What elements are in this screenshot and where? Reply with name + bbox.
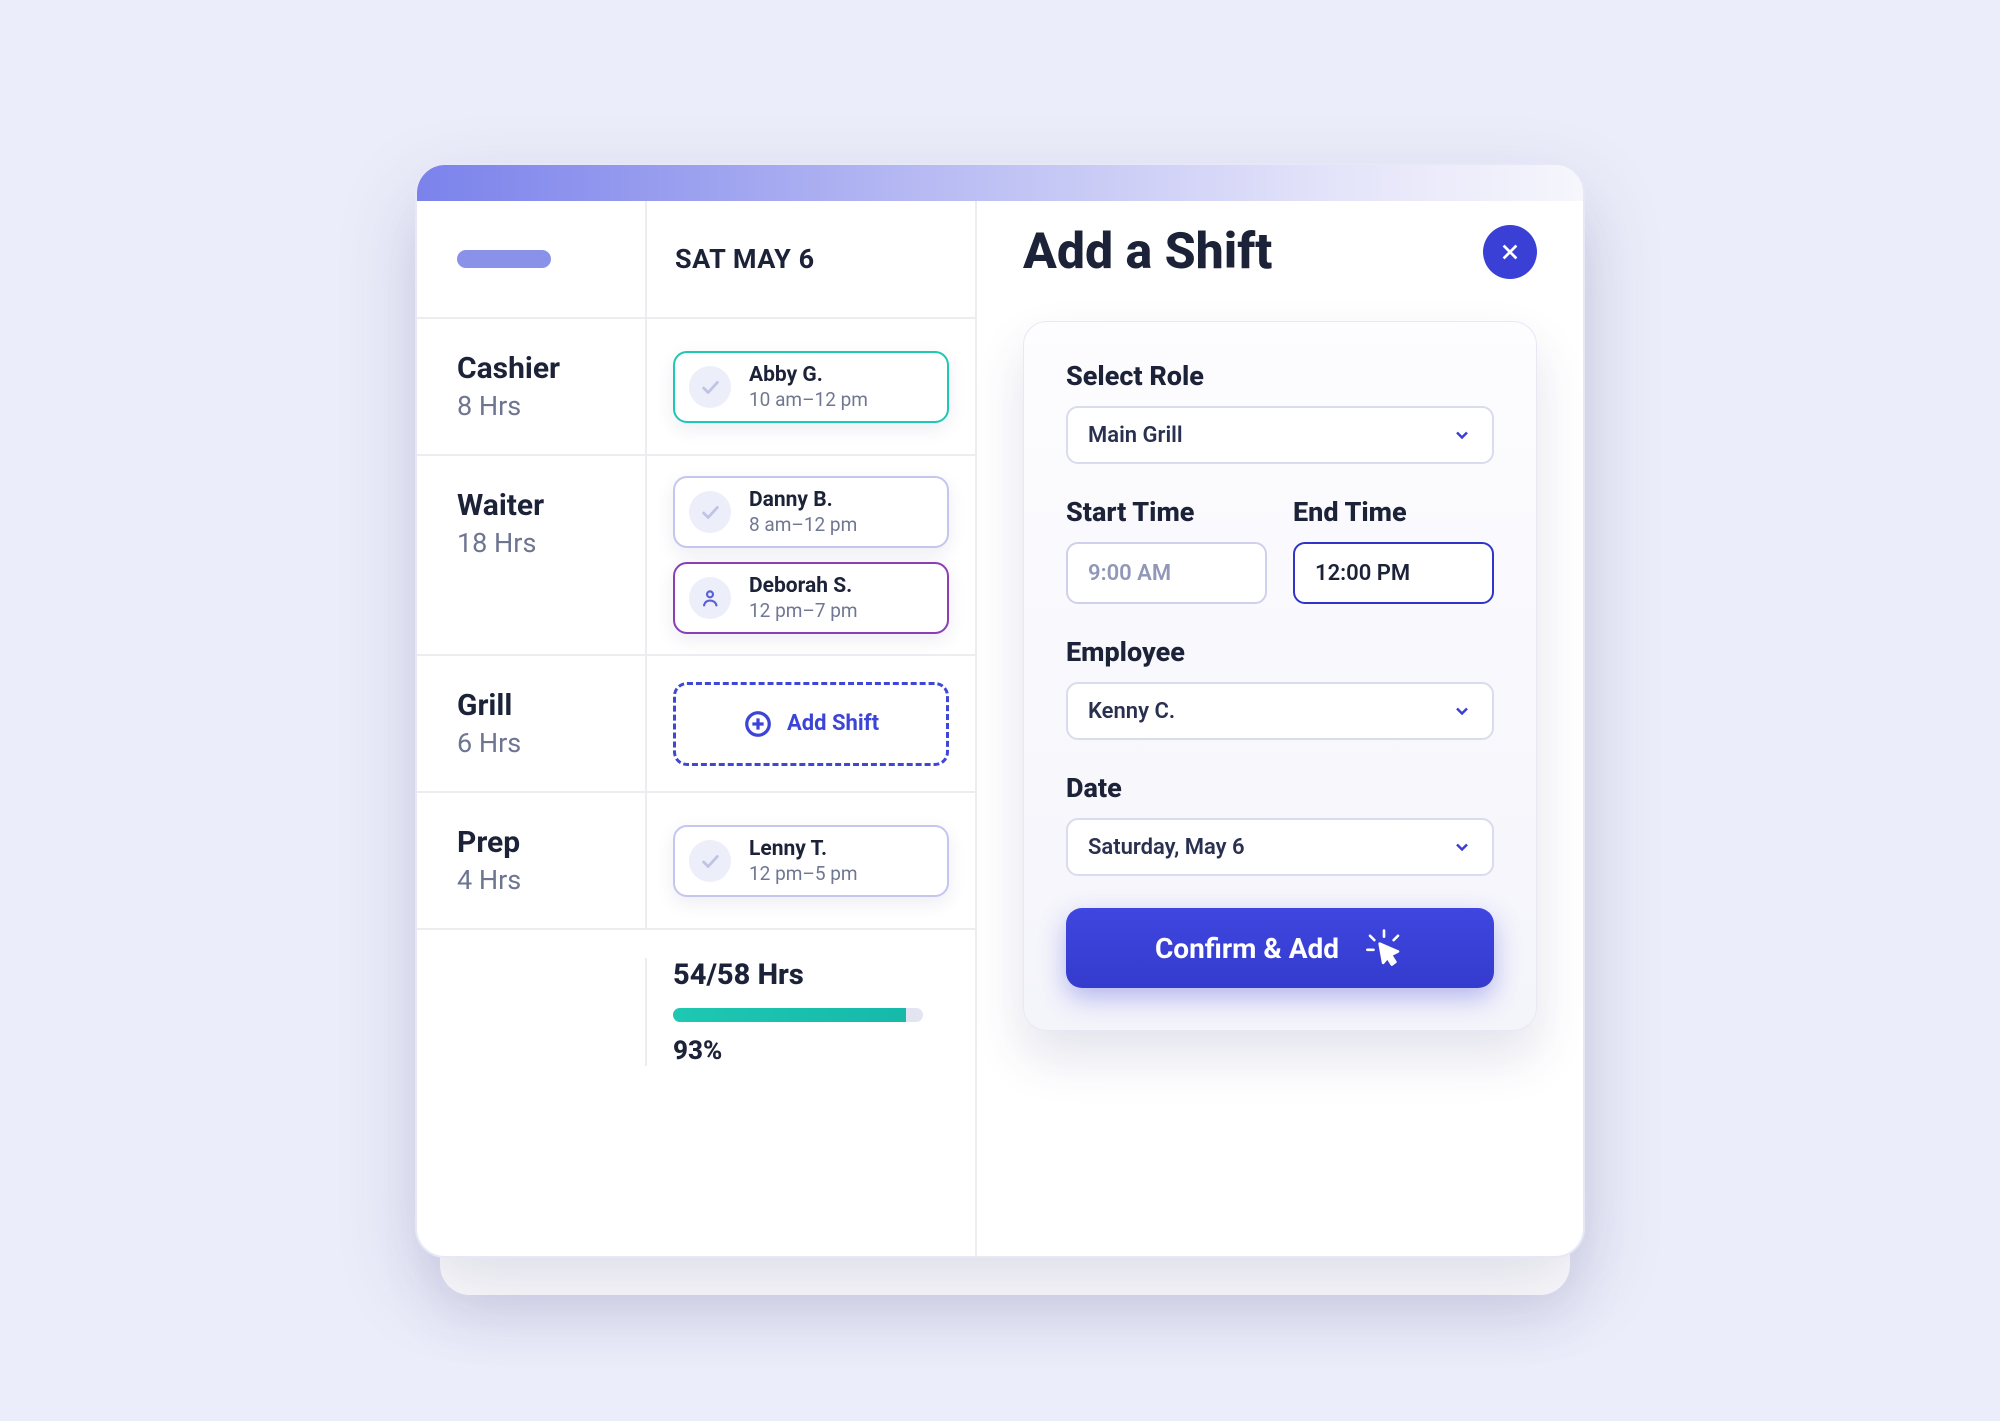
select-employee-value: Kenny C. bbox=[1088, 699, 1175, 724]
shift-cell: Abby G. 10 am–12 pm bbox=[647, 319, 975, 454]
role-hours: 6 Hrs bbox=[457, 727, 645, 759]
check-icon bbox=[689, 491, 731, 533]
shift-time: 8 am–12 pm bbox=[749, 513, 857, 536]
group-role: Select Role Main Grill bbox=[1066, 360, 1494, 464]
label-role: Select Role bbox=[1066, 360, 1494, 392]
header-placeholder-cell bbox=[417, 201, 647, 317]
summary-hours: 54/58 Hrs bbox=[673, 958, 975, 992]
group-employee: Employee Kenny C. bbox=[1066, 636, 1494, 740]
person-icon bbox=[689, 577, 731, 619]
role-name: Cashier bbox=[457, 351, 645, 386]
role-cell: Cashier 8 Hrs bbox=[417, 319, 647, 454]
role-cell: Waiter 18 Hrs bbox=[417, 456, 647, 654]
chevron-down-icon bbox=[1452, 425, 1472, 445]
label-employee: Employee bbox=[1066, 636, 1494, 668]
select-role-value: Main Grill bbox=[1088, 423, 1183, 448]
role-cell: Grill 6 Hrs bbox=[417, 656, 647, 791]
schedule-header: SAT MAY 6 bbox=[417, 201, 975, 319]
role-hours: 4 Hrs bbox=[457, 864, 645, 896]
select-date-value: Saturday, May 6 bbox=[1088, 835, 1245, 860]
shift-name: Lenny T. bbox=[749, 837, 858, 861]
shift-cell: Add Shift bbox=[647, 656, 975, 791]
start-time-value: 9:00 AM bbox=[1088, 561, 1171, 586]
shift-name: Abby G. bbox=[749, 363, 868, 387]
close-button[interactable] bbox=[1483, 225, 1537, 279]
role-row-cashier: Cashier 8 Hrs Abby G. 10 am–12 pm bbox=[417, 319, 975, 456]
scheduler-card: SAT MAY 6 Cashier 8 Hrs Abby G. 10 am–12… bbox=[415, 163, 1585, 1258]
form-title: Add a Shift bbox=[1023, 223, 1272, 281]
role-row-grill: Grill 6 Hrs Add Shift bbox=[417, 656, 975, 793]
summary-body: 54/58 Hrs 93% bbox=[647, 958, 975, 1066]
close-icon bbox=[1499, 241, 1521, 263]
schedule-panel: SAT MAY 6 Cashier 8 Hrs Abby G. 10 am–12… bbox=[417, 201, 977, 1256]
label-start: Start Time bbox=[1066, 496, 1267, 528]
form-header: Add a Shift bbox=[1023, 223, 1537, 281]
end-time-value: 12:00 PM bbox=[1315, 561, 1410, 586]
shift-cell: Lenny T. 12 pm–5 pm bbox=[647, 793, 975, 928]
shift-texts: Deborah S. 12 pm–7 pm bbox=[749, 574, 858, 622]
form-card: Select Role Main Grill Start Time 9:00 A… bbox=[1023, 321, 1537, 1031]
shift-cell: Danny B. 8 am–12 pm Deborah S. 12 pm–7 p… bbox=[647, 456, 975, 654]
shift-time: 12 pm–7 pm bbox=[749, 599, 858, 622]
schedule-date: SAT MAY 6 bbox=[647, 243, 975, 275]
progress-bar bbox=[673, 1008, 923, 1022]
add-shift-label: Add Shift bbox=[787, 711, 879, 736]
select-date[interactable]: Saturday, May 6 bbox=[1066, 818, 1494, 876]
shift-time: 10 am–12 pm bbox=[749, 388, 868, 411]
header-pill bbox=[457, 250, 551, 268]
input-end-time[interactable]: 12:00 PM bbox=[1293, 542, 1494, 604]
role-row-waiter: Waiter 18 Hrs Danny B. 8 am–12 pm bbox=[417, 456, 975, 656]
label-end: End Time bbox=[1293, 496, 1494, 528]
role-row-prep: Prep 4 Hrs Lenny T. 12 pm–5 pm bbox=[417, 793, 975, 930]
input-start-time[interactable]: 9:00 AM bbox=[1066, 542, 1267, 604]
chevron-down-icon bbox=[1452, 701, 1472, 721]
add-shift-button[interactable]: Add Shift bbox=[673, 682, 949, 766]
summary-row: 54/58 Hrs 93% bbox=[417, 930, 975, 1096]
progress-bar-fill bbox=[673, 1008, 906, 1022]
label-date: Date bbox=[1066, 772, 1494, 804]
select-role[interactable]: Main Grill bbox=[1066, 406, 1494, 464]
role-hours: 18 Hrs bbox=[457, 527, 645, 559]
shift-name: Deborah S. bbox=[749, 574, 858, 598]
cursor-click-icon bbox=[1363, 927, 1405, 969]
role-name: Prep bbox=[457, 825, 645, 860]
check-icon bbox=[689, 840, 731, 882]
col-start: Start Time 9:00 AM bbox=[1066, 496, 1267, 604]
top-gradient-bar bbox=[417, 165, 1583, 201]
group-date: Date Saturday, May 6 bbox=[1066, 772, 1494, 876]
shift-card-abby[interactable]: Abby G. 10 am–12 pm bbox=[673, 351, 949, 423]
form-panel: Add a Shift Select Role Main Grill Start… bbox=[977, 201, 1583, 1256]
select-employee[interactable]: Kenny C. bbox=[1066, 682, 1494, 740]
check-icon bbox=[689, 366, 731, 408]
summary-percent: 93% bbox=[673, 1036, 975, 1066]
shift-card-lenny[interactable]: Lenny T. 12 pm–5 pm bbox=[673, 825, 949, 897]
group-times: Start Time 9:00 AM End Time 12:00 PM bbox=[1066, 496, 1494, 604]
shift-card-danny[interactable]: Danny B. 8 am–12 pm bbox=[673, 476, 949, 548]
role-name: Grill bbox=[457, 688, 645, 723]
role-cell: Prep 4 Hrs bbox=[417, 793, 647, 928]
confirm-label: Confirm & Add bbox=[1155, 932, 1339, 965]
role-name: Waiter bbox=[457, 488, 645, 523]
shift-time: 12 pm–5 pm bbox=[749, 862, 858, 885]
shift-name: Danny B. bbox=[749, 488, 857, 512]
summary-spacer bbox=[417, 958, 647, 1066]
role-hours: 8 Hrs bbox=[457, 390, 645, 422]
shift-card-deborah[interactable]: Deborah S. 12 pm–7 pm bbox=[673, 562, 949, 634]
shift-texts: Lenny T. 12 pm–5 pm bbox=[749, 837, 858, 885]
confirm-add-button[interactable]: Confirm & Add bbox=[1066, 908, 1494, 988]
shift-texts: Abby G. 10 am–12 pm bbox=[749, 363, 868, 411]
chevron-down-icon bbox=[1452, 837, 1472, 857]
col-end: End Time 12:00 PM bbox=[1293, 496, 1494, 604]
shift-texts: Danny B. 8 am–12 pm bbox=[749, 488, 857, 536]
